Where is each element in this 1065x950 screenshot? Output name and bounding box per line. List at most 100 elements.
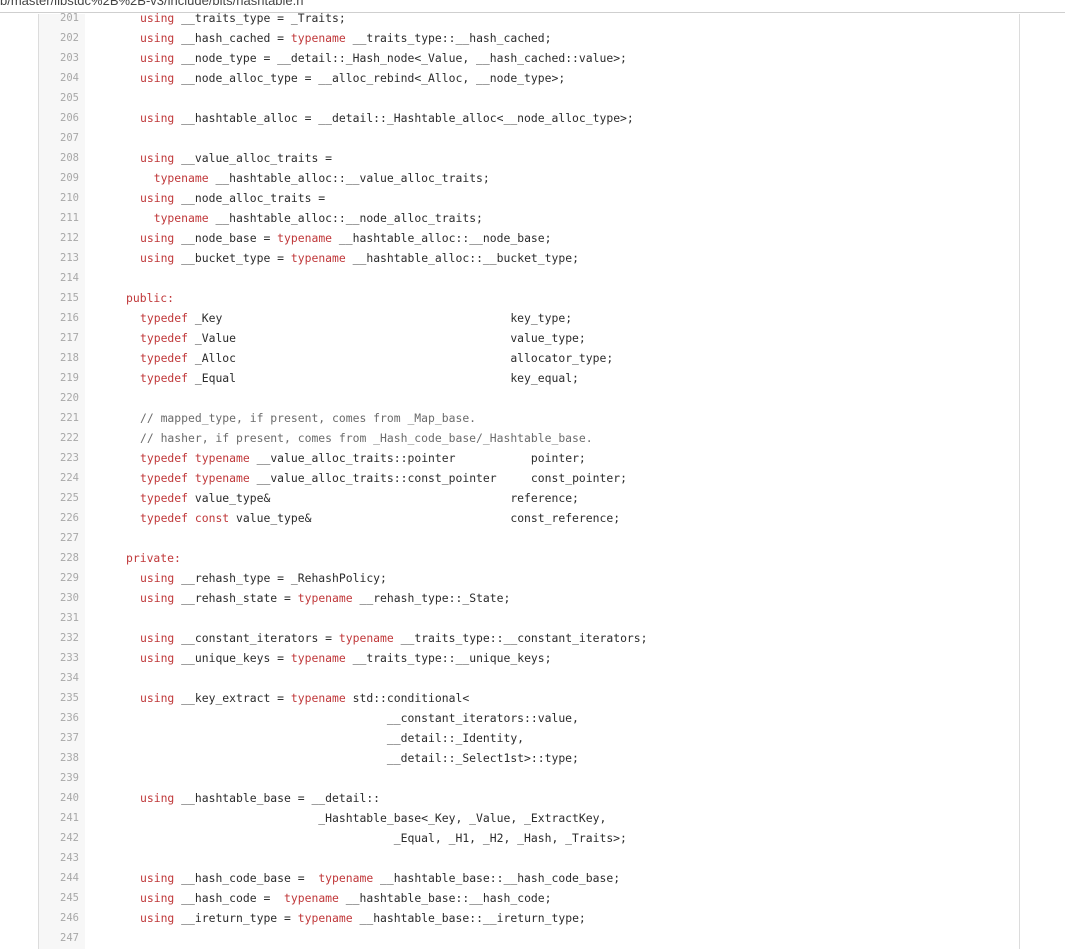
line-source: using __rehash_state = typename __rehash… — [140, 591, 510, 605]
code-token: __hashtable_base = __detail:: — [174, 791, 381, 805]
code-token: __hash_cached = — [174, 31, 291, 45]
code-line: 208 using __value_alloc_traits = — [39, 150, 1019, 170]
line-number: 205 — [60, 92, 79, 104]
line-number: 210 — [60, 192, 79, 204]
keyword-token: typename — [277, 231, 333, 245]
code-token: __node_alloc_type = __alloc_rebind<_Allo… — [174, 71, 566, 85]
code-line: 225 typedef value_type& reference; — [39, 490, 1019, 510]
code-token: __unique_keys = — [174, 651, 291, 665]
code-line: 212 using __node_base = typename __hashta… — [39, 230, 1019, 250]
code-line: 231 — [39, 610, 1019, 630]
code-token: __value_alloc_traits::const_pointer cons… — [249, 471, 627, 485]
code-token: __hash_code_base = — [174, 871, 319, 885]
keyword-token: using — [140, 111, 175, 125]
keyword-token: const — [194, 511, 230, 525]
keyword-token: using — [140, 151, 175, 165]
line-number: 216 — [60, 312, 79, 324]
code-line: 244 using __hash_code_base = typename __h… — [39, 870, 1019, 890]
code-line: 224 typedef typename __value_alloc_traits… — [39, 470, 1019, 490]
keyword-token: typedef — [140, 491, 189, 505]
line-source: __constant_iterators::value, — [140, 711, 579, 725]
code-token: __hashtable_alloc::__node_base; — [332, 231, 552, 245]
code-token: std::conditional< — [345, 691, 470, 705]
code-line: 201 using __traits_type = _Traits; — [39, 10, 1019, 30]
code-line: 209 typename __hashtable_alloc::__value_… — [39, 170, 1019, 190]
code-token: __constant_iterators = — [174, 631, 339, 645]
line-source: using __constant_iterators = typename __… — [140, 631, 648, 645]
code-line: 246 using __ireturn_type = typename __has… — [39, 910, 1019, 930]
code-line: 210 using __node_alloc_traits = — [39, 190, 1019, 210]
code-line: 239 — [39, 770, 1019, 790]
line-number: 245 — [60, 892, 79, 904]
line-number: 219 — [60, 372, 79, 384]
keyword-token: typename — [194, 451, 250, 465]
line-source: using __node_alloc_type = __alloc_rebind… — [140, 71, 565, 85]
line-source: // hasher, if present, comes from _Hash_… — [140, 431, 593, 445]
keyword-token: typename — [284, 891, 339, 905]
code-viewer: 201 using __traits_type = _Traits; 202 usin… — [38, 11, 1020, 949]
line-number: 242 — [60, 832, 79, 844]
code-line: 203 using __node_type = __detail::_Hash_n… — [39, 50, 1019, 70]
line-number: 233 — [60, 652, 79, 664]
line-number: 203 — [60, 52, 79, 64]
code-token: _Alloc allocator_type; — [188, 351, 614, 365]
keyword-token: typename — [338, 631, 394, 645]
keyword-token: typedef — [140, 331, 189, 345]
line-source: _Equal, _H1, _H2, _Hash, _Traits>; — [140, 831, 627, 845]
code-line: 241 _Hashtable_base<_Key, _Value, _Extra… — [39, 810, 1019, 830]
line-number: 226 — [60, 512, 79, 524]
line-number: 214 — [60, 272, 79, 284]
code-line: 230 using __rehash_state = typename __reh… — [39, 590, 1019, 610]
line-number: 201 — [60, 12, 79, 24]
code-line: 235 using __key_extract = typename std::c… — [39, 690, 1019, 710]
code-token: _Hashtable_base<_Key, _Value, _ExtractKe… — [140, 811, 607, 825]
keyword-token: using — [140, 791, 175, 805]
keyword-token: using — [140, 51, 175, 65]
line-number: 228 — [60, 552, 79, 564]
code-token: __traits_type::__hash_cached; — [345, 31, 552, 45]
line-number: 230 — [60, 592, 79, 604]
line-number: 212 — [60, 232, 79, 244]
code-line: 213 using __bucket_type = typename __hash… — [39, 250, 1019, 270]
keyword-token: using — [140, 571, 175, 585]
code-line: 229 using __rehash_type = _RehashPolicy; — [39, 570, 1019, 590]
keyword-token: typename — [290, 651, 346, 665]
code-token: __rehash_type = _RehashPolicy; — [174, 571, 387, 585]
line-source: typedef typename __value_alloc_traits::p… — [140, 451, 586, 465]
keyword-token: typename — [297, 911, 353, 925]
code-line: 240 using __hashtable_base = __detail:: — [39, 790, 1019, 810]
code-token: __rehash_state = — [174, 591, 298, 605]
code-token: __hashtable_base::__hash_code; — [338, 891, 552, 905]
line-source: using __key_extract = typename std::cond… — [140, 691, 469, 705]
code-line: 219 typedef _Equal key_equal; — [39, 370, 1019, 390]
line-source: using __traits_type = _Traits; — [140, 11, 346, 25]
code-line: 243 — [39, 850, 1019, 870]
keyword-token: typename — [290, 691, 346, 705]
line-source: // mapped_type, if present, comes from _… — [140, 411, 476, 425]
keyword-token: using — [140, 251, 175, 265]
line-number: 234 — [60, 672, 79, 684]
code-token: __node_base = — [174, 231, 278, 245]
comment-token: // mapped_type, if present, comes from _… — [140, 411, 477, 425]
line-source: __detail::_Select1st>::type; — [140, 751, 579, 765]
line-number: 209 — [60, 172, 79, 184]
code-token: value_type& reference; — [188, 491, 579, 505]
keyword-token: using — [140, 591, 175, 605]
line-number: 222 — [60, 432, 79, 444]
keyword-token: typedef — [140, 511, 189, 525]
keyword-token: typename — [297, 591, 353, 605]
line-number: 213 — [60, 252, 79, 264]
code-token: __hashtable_base::__hash_code_base; — [373, 871, 621, 885]
keyword-token: typedef — [140, 471, 189, 485]
keyword-token: public: — [126, 291, 175, 305]
code-line: 218 typedef _Alloc allocator_type; — [39, 350, 1019, 370]
line-number: 236 — [60, 712, 79, 724]
line-number: 204 — [60, 72, 79, 84]
code-line: 232 using __constant_iterators = typename… — [39, 630, 1019, 650]
code-token: __traits_type::__unique_keys; — [345, 651, 552, 665]
line-number: 231 — [60, 612, 79, 624]
line-source: typedef _Value value_type; — [140, 331, 586, 345]
line-number: 225 — [60, 492, 79, 504]
